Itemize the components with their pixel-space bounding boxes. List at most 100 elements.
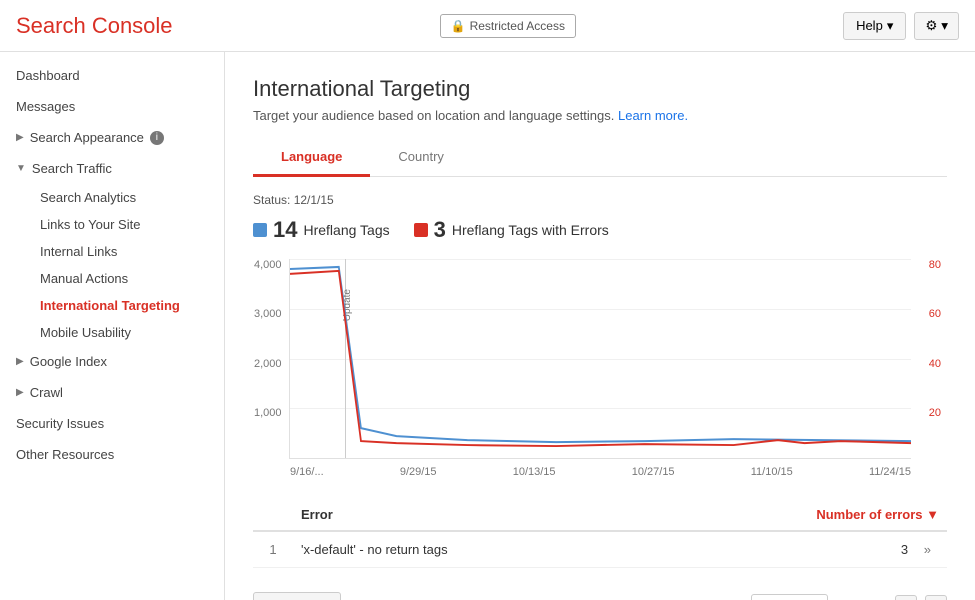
tab-country-label: Country [398,149,444,164]
search-traffic-submenu: Search Analytics Links to Your Site Inte… [0,184,224,346]
y-label-right-20: 20 [929,407,941,419]
sidebar-item-security-issues[interactable]: Security Issues [0,408,224,439]
sidebar: Dashboard Messages ▶ Search Appearance i… [0,52,225,600]
x-label-4: 10/27/15 [632,466,675,478]
help-label: Help [856,18,883,33]
sidebar-label-messages: Messages [16,99,75,114]
restricted-label: Restricted Access [470,19,565,33]
y-label-right-40: 40 [929,358,941,370]
status-text: Status: 12/1/15 [253,193,334,207]
tab-bar: Language Country [253,139,947,177]
chevron-down-icon: ▾ [887,18,894,34]
legend-hreflang-errors: 3 Hreflang Tags with Errors [414,217,609,243]
app-header: Search Console 🔒 Restricted Access Help … [0,0,975,52]
y-label-right-60: 60 [929,308,941,320]
table-header: Error Number of errors ▼ [253,499,947,531]
sidebar-label-dashboard: Dashboard [16,68,80,83]
y-labels-right: 80 60 40 20 [929,259,941,458]
hreflang-count: 14 [273,217,297,243]
page-subtitle: Target your audience based on location a… [253,108,947,123]
y-label-4000: 4,000 [254,259,282,271]
sidebar-label-international-targeting: International Targeting [40,298,180,313]
sidebar-item-google-index[interactable]: ▶ Google Index [0,346,224,377]
table-row: 1 'x-default' - no return tags 3 » [253,531,947,568]
row-count: 3 » [646,531,947,568]
page-title: International Targeting [253,76,947,102]
sidebar-item-links-to-site[interactable]: Links to Your Site [32,211,224,238]
tab-language-label: Language [281,149,342,164]
y-label-3000: 3,000 [254,308,282,320]
header-center: 🔒 Restricted Access [440,14,576,38]
blue-line [290,267,911,442]
sidebar-label-search-analytics: Search Analytics [40,190,136,205]
y-label-1000: 1,000 [254,407,282,419]
main-content: International Targeting Target your audi… [225,52,975,600]
sidebar-label-google-index: Google Index [30,354,107,369]
sidebar-item-messages[interactable]: Messages [0,91,224,122]
sidebar-item-manual-actions[interactable]: Manual Actions [32,265,224,292]
gear-icon: ⚙ [925,18,937,34]
table-footer: Download Show 10 rows 25 rows 50 rows 1 … [253,584,947,600]
sidebar-label-other-resources: Other Resources [16,447,114,462]
hreflang-label: Hreflang Tags [303,222,389,238]
pagination: Show 10 rows 25 rows 50 rows 1 - 1 of 1 … [710,594,947,600]
sidebar-label-internal-links: Internal Links [40,244,117,259]
info-icon[interactable]: i [150,131,164,145]
errors-table: Error Number of errors ▼ 1 'x-default' -… [253,499,947,568]
x-label-1: 9/16/... [290,466,324,478]
legend-hreflang: 14 Hreflang Tags [253,217,390,243]
table-header-row: Error Number of errors ▼ [253,499,947,531]
settings-chevron-icon: ▾ [941,18,948,34]
sidebar-item-other-resources[interactable]: Other Resources [0,439,224,470]
arrow-right-icon2: ▶ [16,356,24,367]
x-label-3: 10/13/15 [513,466,556,478]
chart-legend: 14 Hreflang Tags 3 Hreflang Tags with Er… [253,217,947,243]
sidebar-label-search-appearance: Search Appearance [30,130,144,145]
hreflang-errors-label: Hreflang Tags with Errors [452,222,609,238]
row-num: 1 [253,531,293,568]
settings-button[interactable]: ⚙ ▾ [914,12,959,40]
y-label-right-80: 80 [929,259,941,271]
sidebar-label-search-traffic: Search Traffic [32,161,112,176]
col-num [253,499,293,531]
x-label-6: 11/24/15 [869,466,911,478]
chart-svg [290,259,911,458]
col-count[interactable]: Number of errors ▼ [646,499,947,531]
sidebar-item-search-traffic[interactable]: ▼ Search Traffic [0,153,224,184]
learn-more-link[interactable]: Learn more. [618,108,688,123]
help-button[interactable]: Help ▾ [843,12,906,40]
download-button[interactable]: Download [253,592,341,600]
col-error: Error [293,499,646,531]
y-label-2000: 2,000 [254,358,282,370]
sidebar-item-mobile-usability[interactable]: Mobile Usability [32,319,224,346]
arrow-right-icon: ▶ [16,132,24,143]
sidebar-label-crawl: Crawl [30,385,63,400]
prev-page-button[interactable]: ‹ [895,595,917,600]
sidebar-item-dashboard[interactable]: Dashboard [0,60,224,91]
arrow-right-icon3: ▶ [16,387,24,398]
sidebar-item-international-targeting[interactable]: International Targeting [32,292,224,319]
hreflang-dot [253,223,267,237]
lock-icon: 🔒 [451,19,466,33]
table-body: 1 'x-default' - no return tags 3 » [253,531,947,568]
arrow-down-icon: ▼ [16,163,26,174]
goto-icon[interactable]: » [924,542,931,557]
sidebar-item-internal-links[interactable]: Internal Links [32,238,224,265]
sidebar-label-manual-actions: Manual Actions [40,271,128,286]
sidebar-item-search-analytics[interactable]: Search Analytics [32,184,224,211]
next-page-button[interactable]: › [925,595,947,600]
main-layout: Dashboard Messages ▶ Search Appearance i… [0,52,975,600]
tab-language[interactable]: Language [253,139,370,177]
sidebar-item-search-appearance[interactable]: ▶ Search Appearance i [0,122,224,153]
chart-container: 4,000 3,000 2,000 1,000 80 60 40 20 Upda… [289,259,911,459]
hreflang-errors-dot [414,223,428,237]
x-labels: 9/16/... 9/29/15 10/13/15 10/27/15 11/10… [290,466,911,478]
tab-country[interactable]: Country [370,139,472,177]
header-right: Help ▾ ⚙ ▾ [843,12,959,40]
y-labels-left: 4,000 3,000 2,000 1,000 [254,259,282,458]
red-line [290,271,911,446]
chart-area: 4,000 3,000 2,000 1,000 80 60 40 20 Upda… [289,259,911,459]
rows-per-page-select[interactable]: 10 rows 25 rows 50 rows [751,594,828,600]
hreflang-errors-count: 3 [434,217,446,243]
sidebar-item-crawl[interactable]: ▶ Crawl [0,377,224,408]
